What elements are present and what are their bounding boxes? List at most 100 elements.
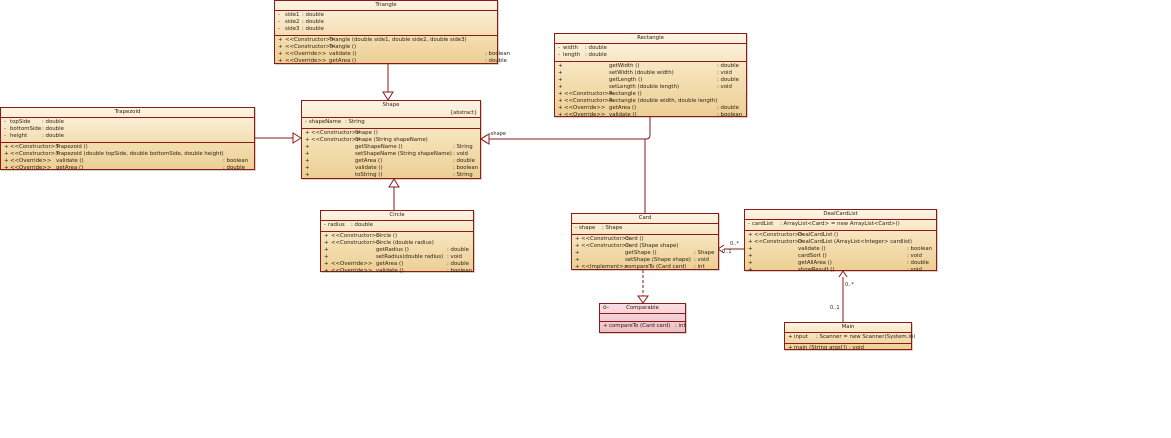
attribute-type: : ArrayList<Card> = new ArrayList<Card>(… [780,221,900,227]
class-triangle[interactable]: Triangle - side1: double - side2: double - sid… [274,0,510,64]
attribute-type: : double [585,52,607,58]
operation-row: + main (String args[]): void [785,345,911,352]
operation-vis: + [305,144,310,150]
operation-sig: cardSort () [798,253,827,259]
attribute-name: cardList [752,221,774,227]
operation-row: + <<Override>> getArea (): double [555,105,746,112]
rectangle-attributes: - width: double - length: double [555,44,746,61]
class-rectangle[interactable]: Rectangle - width: double - length: double + g… [554,33,747,118]
class-main[interactable]: Main + input: Scanner = new Scanner(System… [784,322,915,352]
operation-stereo: <<Override>> [564,112,606,118]
operation-sig: DealCardList () [798,232,839,238]
operation-vis: + [4,158,9,164]
class-card[interactable]: Card - shape: Shape + <<Constructor>> Card ()… [571,213,719,270]
comparable-attributes [600,314,685,321]
operation-vis: + [575,257,580,263]
operation-vis: + [558,84,563,90]
operation-ret: : double [717,77,739,83]
operation-vis: + [748,267,753,273]
interface-comparable[interactable]: o- Comparable + compareTo (Card card): int [599,303,686,333]
operation-vis: + [748,246,753,252]
operation-ret: : void [907,267,922,273]
operation-stereo: <<Override>> [564,105,606,111]
operation-ret: : double [453,158,475,164]
operation-vis: + [558,105,563,111]
operation-vis: + [603,323,608,329]
operation-sig: getLength () [609,77,643,83]
operation-sig: validate () [798,246,826,252]
operation-sig: getShape () [625,250,657,256]
operation-ret: : double [717,105,739,111]
attribute-row: - length: double [555,52,746,59]
class-dealcardlist[interactable]: DealCardList - cardList: ArrayList<Card> =… [744,209,937,273]
operation-sig: Rectangle (double width, double length) [609,98,718,104]
attribute-name: side1 [285,12,300,18]
operation-sig: main (String args[]) [794,345,848,351]
operation-sig: getWidth () [609,63,640,69]
attribute-row: - bottomSide: double [1,126,254,133]
triangle-header: Triangle [275,1,497,11]
attribute-type: : double [42,119,64,125]
operation-sig: toString () [355,172,383,178]
class-circle[interactable]: Circle - radius: double + <<Constructor>> Cir… [320,210,474,274]
class-shape[interactable]: Shape {abstract} - shapeName: String + <<Cons… [301,100,481,179]
rectangle-class-name: Rectangle [637,35,664,41]
operation-vis: + [4,165,9,171]
operation-stereo: <<Override>> [285,51,327,57]
operation-sig: DealCardList (ArrayList<Integer> cardlis… [798,239,913,245]
class-trapezoid[interactable]: Trapezoid - topSide: double - bottomSide: do… [0,107,255,172]
main-multiplicity-one: 0..1 [830,305,840,311]
operation-sig: getAllArea () [798,260,832,266]
attribute-vis: - [558,52,560,58]
attribute-vis: - [4,119,6,125]
comparable-operations: + compareTo (Card card): int [600,321,686,332]
operation-stereo: <<Constructor>> [754,239,804,245]
operation-row: + setShapeName (String shapeName): void [302,151,480,158]
trapezoid-header: Trapezoid [1,108,254,118]
attribute-name: input [794,334,808,340]
comparable-class-name: Comparable [626,305,659,311]
operation-ret: : int [694,264,705,270]
attribute-row: - width: double [555,45,746,52]
operation-row: + <<Constructor>> Trapezoid () [1,144,254,151]
attribute-row: - cardList: ArrayList<Card> = new ArrayLi… [745,221,936,228]
operation-row: + <<Override>> getArea (): double [321,261,473,268]
operation-sig: setShapeName (String shapeName) [355,151,452,157]
operation-sig: Circle (double radius) [376,240,434,246]
operation-sig: compareTo (Card card) [609,323,671,329]
operation-row: + <<Constructor>> DealCardList (ArrayList<… [745,239,936,246]
attribute-vis: - [4,133,6,139]
attribute-type: : double [302,26,324,32]
main-header: Main [785,323,911,333]
operation-row: + <<Override>> getArea (): double [1,165,254,172]
operation-ret: : void [717,84,732,90]
operation-ret: : boolean [447,268,473,274]
operation-ret: : void [849,345,864,351]
operation-row: + <<Constructor>> Rectangle () [555,91,746,98]
operation-row: + setShape (Shape shape): void [572,257,718,264]
operation-ret: : Shape [694,250,715,256]
operation-sig: Triangle (double side1, double side2, do… [329,37,467,43]
operation-sig: compareTo (Card card) [625,264,687,270]
operation-sig: Trapezoid (double topSide, double bottom… [56,151,224,157]
dealcardlist-class-name: DealCardList [823,211,858,217]
operation-stereo: <<Override>> [331,261,373,267]
attribute-name: topSide [10,119,31,125]
operation-row: + setWidth (double width): void [555,70,746,77]
trapezoid-class-name: Trapezoid [114,109,141,115]
attribute-type: : Scanner = new Scanner(System.in) [816,334,916,340]
operation-row: + <<Override>> validate (): boolean [275,51,510,58]
operation-row: + <<Constructor>> Card () [572,236,718,243]
operation-row: + <<Implement>> compareTo (Card card): int [572,264,718,271]
operation-sig: getArea () [355,158,383,164]
operation-row: + <<Override>> validate (): boolean [1,158,254,165]
circle-operations: + <<Constructor>> Circle () + <<Constructor>… [321,231,473,277]
operation-vis: + [278,37,283,43]
attribute-name: side2 [285,19,300,25]
operation-stereo: <<Constructor>> [564,98,614,104]
operation-ret: : String [453,172,473,178]
main-class-name: Main [841,324,855,330]
comparable-header: o- Comparable [600,304,685,314]
operation-ret: : double [907,260,929,266]
main-attributes: + input: Scanner = new Scanner(System.in) [785,333,915,343]
